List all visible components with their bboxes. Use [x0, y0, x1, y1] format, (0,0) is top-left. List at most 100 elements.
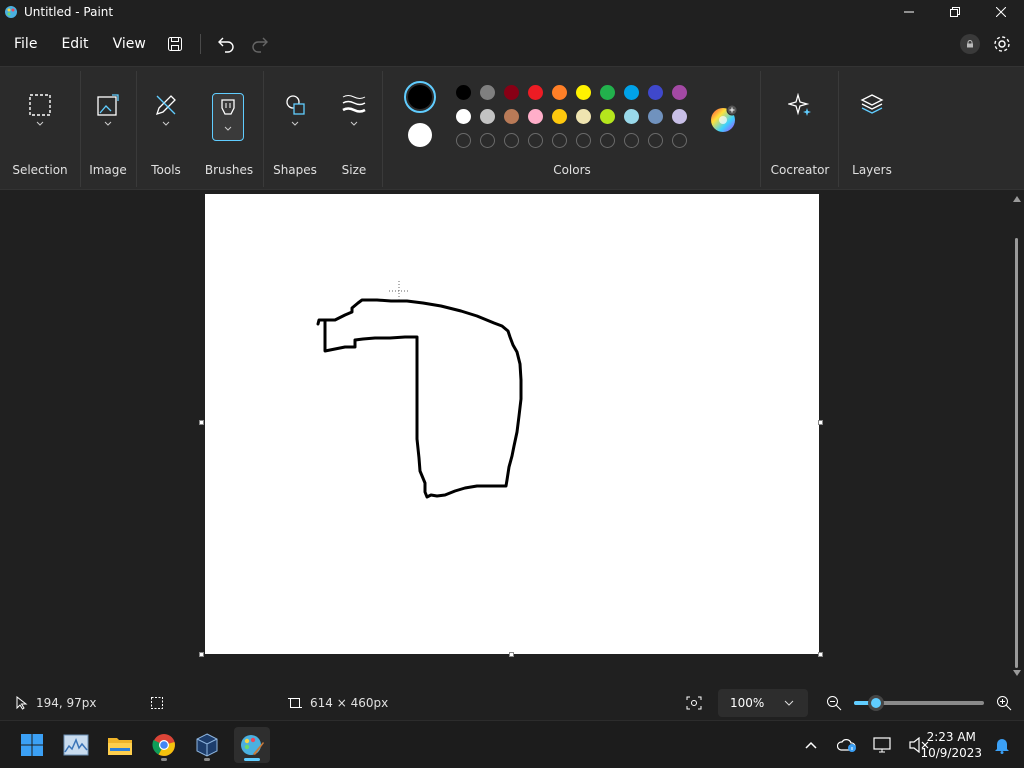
network-button[interactable] — [872, 734, 894, 756]
edit-colors-button[interactable] — [710, 104, 738, 133]
ribbon-divider — [136, 71, 137, 187]
close-button[interactable] — [978, 0, 1024, 24]
group-label-brushes: Brushes — [204, 163, 254, 177]
save-icon — [167, 37, 182, 51]
task-manager-icon — [63, 734, 89, 756]
scrollbar-thumb[interactable] — [1015, 238, 1018, 668]
system-tray — [800, 721, 930, 768]
taskbar-clock[interactable]: 2:23 AM 10/9/2023 — [920, 729, 982, 761]
image-button[interactable] — [91, 93, 125, 143]
resize-handle-bottom[interactable] — [509, 652, 514, 657]
cursor-position-text: 194, 97px — [36, 696, 97, 710]
palette-swatch[interactable] — [456, 85, 471, 100]
palette-swatch[interactable] — [528, 85, 543, 100]
cube-icon — [196, 733, 218, 757]
palette-swatch[interactable] — [480, 109, 495, 124]
bell-icon — [995, 739, 1009, 754]
palette-swatch[interactable] — [552, 85, 567, 100]
palette-swatch[interactable] — [456, 109, 471, 124]
account-button[interactable] — [960, 34, 980, 54]
custom-color-slot[interactable] — [648, 133, 663, 148]
group-label-colors: Colors — [553, 163, 591, 177]
custom-color-slot[interactable] — [672, 133, 687, 148]
layers-button[interactable] — [855, 93, 889, 143]
chevron-up-icon — [805, 741, 817, 749]
cocreator-button[interactable] — [783, 93, 817, 143]
palette-swatch[interactable] — [576, 85, 591, 100]
tools-button[interactable] — [149, 93, 183, 143]
zoom-in-icon — [997, 696, 1012, 711]
resize-handle-bottom-left[interactable] — [199, 652, 204, 657]
taskbar-task-manager[interactable] — [58, 727, 94, 763]
palette-swatch[interactable] — [672, 85, 687, 100]
fit-to-window-button[interactable] — [686, 686, 702, 720]
palette-swatch[interactable] — [672, 109, 687, 124]
show-hidden-icons-button[interactable] — [800, 734, 822, 756]
palette-swatch[interactable] — [648, 109, 663, 124]
brushes-button[interactable] — [212, 93, 244, 141]
save-button[interactable] — [158, 29, 192, 59]
start-button[interactable] — [14, 727, 50, 763]
redo-button[interactable] — [243, 29, 277, 59]
primary-color-button[interactable] — [404, 81, 436, 113]
shapes-button[interactable] — [278, 93, 312, 143]
resize-handle-bottom-right[interactable] — [818, 652, 823, 657]
palette-swatch[interactable] — [576, 109, 591, 124]
zoom-slider-thumb[interactable] — [868, 695, 885, 711]
palette-swatch[interactable] — [480, 85, 495, 100]
settings-button[interactable] — [990, 32, 1014, 56]
onedrive-button[interactable] — [836, 734, 858, 756]
ribbon-divider — [263, 71, 264, 187]
network-icon — [873, 737, 891, 753]
menu-view[interactable]: View — [101, 29, 158, 59]
sparkle-icon — [788, 93, 811, 116]
drawing-canvas[interactable] — [205, 194, 819, 654]
zoom-out-button[interactable] — [826, 686, 842, 720]
custom-color-slot[interactable] — [600, 133, 615, 148]
taskbar-virtualbox[interactable] — [189, 727, 225, 763]
notifications-button[interactable] — [992, 735, 1012, 755]
custom-color-slot[interactable] — [456, 133, 471, 148]
zoom-select[interactable]: 100% — [718, 689, 808, 717]
custom-color-slot[interactable] — [480, 133, 495, 148]
fit-to-window-icon — [686, 696, 702, 710]
taskbar-file-explorer[interactable] — [102, 727, 138, 763]
resize-handle-right[interactable] — [818, 420, 823, 425]
undo-button[interactable] — [209, 29, 243, 59]
restore-button[interactable] — [932, 0, 978, 24]
custom-color-slot[interactable] — [504, 133, 519, 148]
secondary-color-button[interactable] — [408, 123, 432, 147]
palette-swatch[interactable] — [600, 85, 615, 100]
resize-handle-left[interactable] — [199, 420, 204, 425]
zoom-slider[interactable] — [854, 695, 984, 711]
vertical-scrollbar[interactable] — [1013, 196, 1021, 676]
taskbar-paint[interactable] — [234, 727, 270, 763]
custom-color-slot[interactable] — [552, 133, 567, 148]
group-label-tools: Tools — [151, 163, 181, 177]
custom-color-slot[interactable] — [576, 133, 591, 148]
chevron-down-icon — [784, 700, 794, 706]
palette-swatch[interactable] — [504, 85, 519, 100]
size-button[interactable] — [337, 93, 371, 143]
redo-icon — [252, 37, 268, 53]
palette-swatch[interactable] — [624, 109, 639, 124]
group-brushes: Brushes — [196, 67, 262, 191]
palette-swatch[interactable] — [528, 109, 543, 124]
palette-swatch[interactable] — [552, 109, 567, 124]
lock-icon — [967, 40, 973, 48]
palette-swatch[interactable] — [624, 85, 639, 100]
zoom-in-button[interactable] — [996, 686, 1012, 720]
menu-file[interactable]: File — [2, 29, 49, 59]
custom-color-slot[interactable] — [528, 133, 543, 148]
selection-button[interactable] — [23, 93, 57, 143]
group-shapes: Shapes — [265, 67, 325, 191]
menu-edit[interactable]: Edit — [49, 29, 100, 59]
palette-swatch[interactable] — [600, 109, 615, 124]
crosshair-cursor — [389, 281, 409, 301]
minimize-button[interactable] — [886, 0, 932, 24]
shapes-icon — [286, 95, 305, 115]
palette-swatch[interactable] — [648, 85, 663, 100]
palette-swatch[interactable] — [504, 109, 519, 124]
taskbar-chrome[interactable] — [146, 727, 182, 763]
custom-color-slot[interactable] — [624, 133, 639, 148]
